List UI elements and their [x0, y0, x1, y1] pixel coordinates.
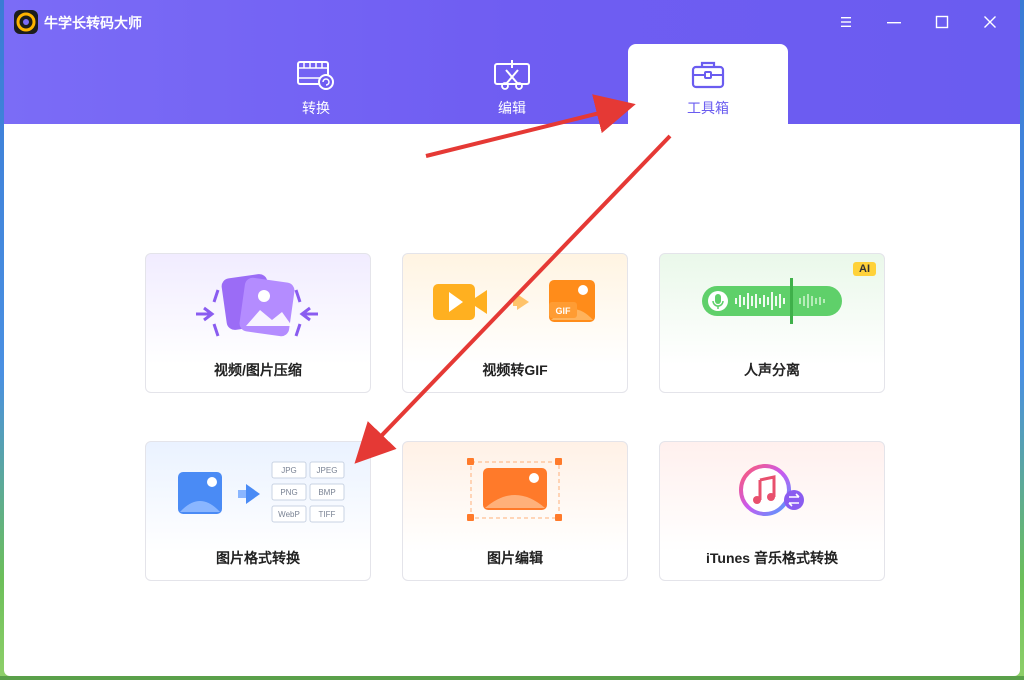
minimize-button[interactable]: [882, 12, 906, 32]
video-convert-icon: [297, 61, 334, 90]
image-format-icon: JPG JPEG PNG BMP WebP TIFF: [178, 461, 345, 523]
minimize-icon: [887, 22, 901, 24]
tool-card-label: iTunes 音乐格式转换: [706, 550, 838, 566]
voice-separation-icon: [702, 278, 842, 324]
image-edit-icon: [467, 458, 562, 521]
svg-text:GIF: GIF: [556, 306, 572, 316]
menu-icon: [841, 17, 851, 27]
tool-card-label: 图片编辑: [487, 550, 543, 566]
tool-card-itunes-convert[interactable]: iTunes 音乐格式转换: [659, 441, 885, 581]
video-to-gif-icon: GIF: [433, 280, 595, 322]
itunes-convert-icon: [739, 464, 804, 516]
compress-icon: [196, 274, 318, 337]
desktop-edge: [0, 676, 1024, 680]
tool-card-video-to-gif[interactable]: GIF 视频转GIF: [402, 253, 628, 393]
tab-edit[interactable]: 编辑: [432, 44, 592, 124]
tool-card-label: 视频/图片压缩: [214, 362, 302, 378]
tool-card-compress[interactable]: 视频/图片压缩: [145, 253, 371, 393]
app-title: 牛学长转码大师: [44, 15, 142, 31]
svg-text:BMP: BMP: [318, 488, 335, 497]
tab-edit-label: 编辑: [498, 100, 526, 116]
tool-card-label: 人声分离: [744, 362, 800, 378]
svg-text:JPEG: JPEG: [317, 466, 338, 475]
tab-toolbox[interactable]: 工具箱: [628, 44, 788, 124]
tab-toolbox-label: 工具箱: [687, 100, 729, 116]
menu-button[interactable]: [834, 12, 858, 32]
title-bar: C 牛学长转码大师: [4, 0, 1020, 124]
tool-card-image-format[interactable]: JPG JPEG PNG BMP WebP TIFF 图片格式转换: [145, 441, 371, 581]
maximize-button[interactable]: [930, 12, 954, 32]
svg-text:TIFF: TIFF: [319, 510, 336, 519]
ai-badge: AI: [853, 262, 876, 276]
svg-text:PNG: PNG: [280, 488, 297, 497]
toolbox-icon: [691, 61, 725, 89]
tool-card-image-edit[interactable]: 图片编辑: [402, 441, 628, 581]
app-logo-icon: C: [14, 10, 38, 34]
svg-text:WebP: WebP: [278, 510, 300, 519]
tool-card-voice-separation[interactable]: AI 人声分离: [659, 253, 885, 393]
app-window: C 牛学长转码大师: [4, 0, 1020, 676]
svg-text:JPG: JPG: [281, 466, 297, 475]
close-button[interactable]: [978, 12, 1002, 32]
scissors-edit-icon: [494, 60, 530, 90]
tab-convert-label: 转换: [302, 100, 330, 116]
tab-convert[interactable]: 转换: [236, 44, 396, 124]
maximize-icon: [935, 15, 949, 29]
close-icon: [984, 16, 996, 28]
tool-card-label: 视频转GIF: [482, 362, 548, 378]
tool-card-label: 图片格式转换: [216, 550, 300, 566]
